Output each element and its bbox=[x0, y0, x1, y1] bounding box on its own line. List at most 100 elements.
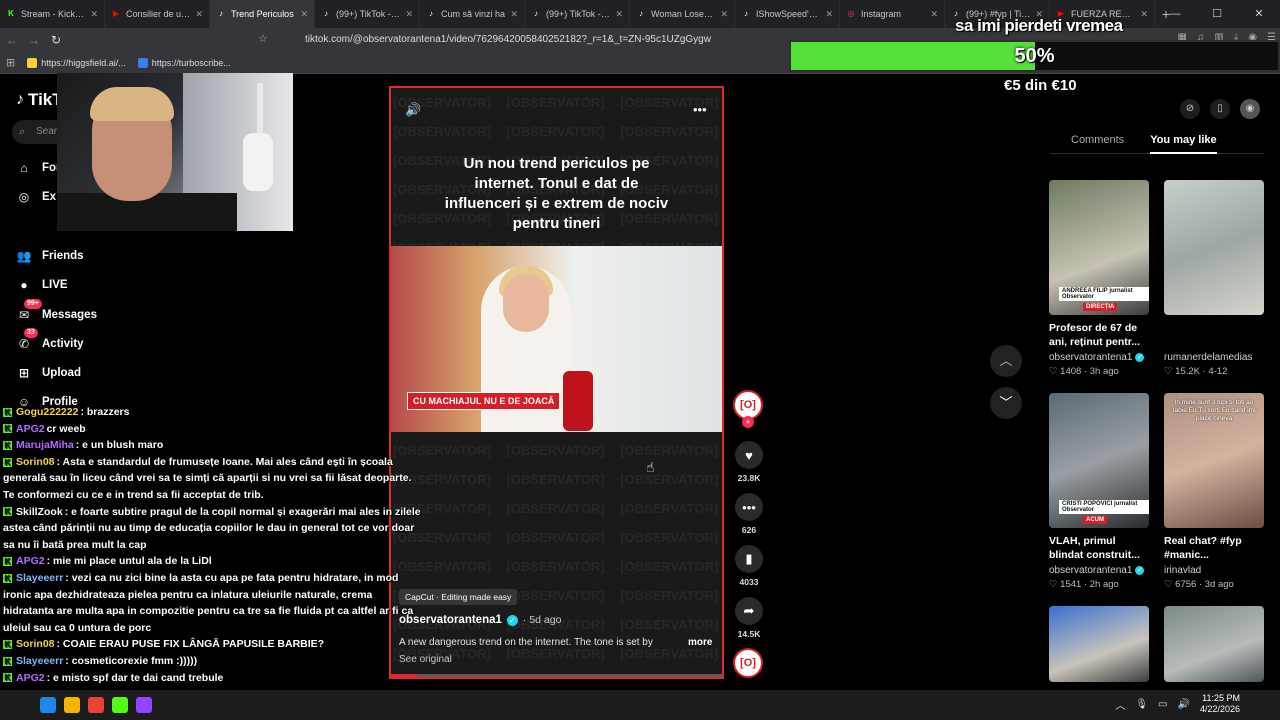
video-thumbnail[interactable] bbox=[1049, 606, 1149, 682]
bookmark-higgsfield[interactable]: https://higgsfield.ai/... bbox=[27, 57, 126, 68]
sidebar-item-live[interactable]: ● LIVE bbox=[16, 277, 67, 293]
browser-tab[interactable]: ♪ IShowSpeed's V ✕ bbox=[735, 0, 840, 28]
mic-icon[interactable]: 🎙 bbox=[1135, 699, 1148, 710]
forward-icon[interactable]: → bbox=[24, 33, 44, 47]
browser-tab[interactable]: ♪ Woman Loses 10 Y ✕ bbox=[630, 0, 735, 28]
browser-tab[interactable]: ▶ Consilier de urgență ✕ bbox=[105, 0, 210, 28]
chat-username[interactable]: APG2 bbox=[16, 423, 45, 435]
card-username[interactable]: observatorantena1 ✓ bbox=[1049, 565, 1149, 576]
browser-tab[interactable]: ♪ (99+) TikTok - Make ✕ bbox=[315, 0, 420, 28]
tab-close-icon[interactable]: ✕ bbox=[90, 9, 98, 20]
card-title[interactable]: VLAH, primul blindat construit... bbox=[1049, 534, 1149, 562]
maximize-icon[interactable]: ☐ bbox=[1196, 0, 1238, 28]
bookmark-turboscribe[interactable]: https://turboscribe... bbox=[137, 57, 231, 68]
video-author[interactable]: observatorantena1 ✓ · 5d ago bbox=[399, 614, 561, 626]
chevron-up-icon[interactable]: ︿ bbox=[1115, 697, 1125, 712]
tab-close-icon[interactable]: ✕ bbox=[720, 9, 728, 20]
tab-comments[interactable]: Comments bbox=[1071, 128, 1124, 154]
tab-close-icon[interactable]: ✕ bbox=[615, 9, 623, 20]
chat-username[interactable]: Sorin08 bbox=[16, 456, 55, 468]
chat-message: K APG2: e misto spf dar te dai cand trebu… bbox=[3, 670, 423, 687]
video-thumbnail[interactable]: In mine sunt 3 lupi si toti au rabie Eu … bbox=[1164, 393, 1264, 528]
bookmark-icon[interactable]: ☆ bbox=[258, 32, 268, 45]
previous-video-button[interactable]: ︿ bbox=[990, 345, 1022, 377]
chat-username[interactable]: Slayeeerr bbox=[16, 655, 63, 667]
close-icon[interactable]: ✕ bbox=[1238, 0, 1280, 28]
like-button[interactable]: ♥ 23.8K bbox=[734, 441, 764, 483]
tab-you-may-like[interactable]: You may like bbox=[1150, 128, 1217, 154]
card-title[interactable]: Profesor de 67 de ani, reținut pentr... bbox=[1049, 321, 1149, 349]
taskbar-app-icon[interactable] bbox=[88, 697, 104, 713]
tab-close-icon[interactable]: ✕ bbox=[300, 9, 308, 20]
recommended-video-card[interactable] bbox=[1049, 606, 1149, 682]
sidebar-item-activity[interactable]: ✆ 33 Activity bbox=[16, 328, 84, 352]
explore-icon[interactable]: ⊘ bbox=[1180, 99, 1200, 119]
tab-close-icon[interactable]: ✕ bbox=[1140, 9, 1148, 20]
browser-tab[interactable]: ♪ Cum să vinzi ha ✕ bbox=[420, 0, 525, 28]
browser-tab[interactable]: ♪ (99+) TikTok - M ✕ bbox=[525, 0, 630, 28]
recommended-video-card[interactable]: In mine sunt 3 lupi si toti au rabie Eu … bbox=[1164, 393, 1264, 590]
card-username[interactable]: rumanerdelamedias bbox=[1164, 352, 1264, 363]
video-thumbnail[interactable] bbox=[1164, 180, 1264, 315]
user-avatar[interactable]: ◉ bbox=[1240, 99, 1260, 119]
tab-close-icon[interactable]: ✕ bbox=[510, 9, 518, 20]
volume-icon[interactable]: 🔊 bbox=[1178, 699, 1190, 710]
chat-text: : vezi ca nu zici bine la asta cu apa pe… bbox=[3, 571, 414, 634]
card-title[interactable]: Real chat? #fyp #manic... bbox=[1164, 534, 1264, 562]
taskbar-app-icon[interactable] bbox=[64, 697, 80, 713]
more-button[interactable]: more bbox=[688, 637, 712, 648]
sidebar-item-ex[interactable]: ◎ Ex bbox=[16, 189, 56, 205]
network-icon[interactable]: ▭ bbox=[1158, 699, 1167, 710]
recommended-video-card[interactable]: CRISTI POPOVICI jurnalist Observator ACUM… bbox=[1049, 393, 1149, 590]
tab-close-icon[interactable]: ✕ bbox=[405, 9, 413, 20]
browser-tab[interactable]: ♪ Trend Periculos ✕ bbox=[210, 0, 315, 28]
tab-title: Trend Periculos bbox=[231, 9, 294, 19]
save-button[interactable]: ▮ 4033 bbox=[734, 545, 764, 587]
chat-username[interactable]: MarujaMiha bbox=[16, 439, 74, 451]
tab-close-icon[interactable]: ✕ bbox=[195, 9, 203, 20]
chat-username[interactable]: Sorin08 bbox=[16, 638, 55, 650]
thumbnail-text: In mine sunt 3 lupi si toti au rabie Eu … bbox=[1172, 399, 1256, 422]
card-username[interactable]: irinavlad bbox=[1164, 565, 1264, 576]
sound-avatar[interactable]: [O] bbox=[733, 648, 763, 678]
browser-tab[interactable]: ◎ Instagram ✕ bbox=[840, 0, 945, 28]
minimize-icon[interactable]: — bbox=[1154, 0, 1196, 28]
clock[interactable]: 11:25 PM 4/22/2026 bbox=[1200, 693, 1240, 715]
video-thumbnail[interactable] bbox=[1164, 606, 1264, 682]
sidebar-item-friends[interactable]: 👥 Friends bbox=[16, 248, 84, 264]
taskbar-app-icon[interactable] bbox=[40, 697, 56, 713]
next-video-button[interactable]: ﹀ bbox=[990, 387, 1022, 419]
sidebar-item-messages[interactable]: ✉ 99+ Messages bbox=[16, 299, 97, 323]
chat-username[interactable]: APG2 bbox=[16, 555, 45, 567]
apps-grid-icon[interactable]: ⊞ bbox=[6, 56, 15, 69]
more-options-icon[interactable]: ••• bbox=[693, 102, 707, 117]
card-title[interactable] bbox=[1164, 321, 1264, 349]
chat-text: : cosmeticorexie fmm :))))) bbox=[65, 654, 198, 667]
browser-tab[interactable]: K Stream - Kick Dashb ✕ bbox=[0, 0, 105, 28]
volume-icon[interactable]: 🔊 bbox=[405, 102, 421, 118]
tab-close-icon[interactable]: ✕ bbox=[825, 9, 833, 20]
kick-icon: K bbox=[3, 640, 12, 650]
chat-username[interactable]: SkillZook bbox=[16, 506, 63, 518]
chat-username[interactable]: Slayeeerr bbox=[16, 572, 63, 584]
device-icon[interactable]: ▯ bbox=[1210, 99, 1230, 119]
comment-button[interactable]: ••• 626 bbox=[734, 493, 764, 535]
back-icon[interactable]: ← bbox=[2, 33, 22, 47]
recommended-video-card[interactable] bbox=[1164, 606, 1264, 682]
chat-username[interactable]: Gogu222222 bbox=[16, 406, 78, 418]
card-username[interactable]: observatorantena1 ✓ bbox=[1049, 352, 1149, 363]
reload-icon[interactable]: ↻ bbox=[46, 33, 66, 47]
taskbar-app-icon[interactable] bbox=[136, 697, 152, 713]
tab-close-icon[interactable]: ✕ bbox=[930, 9, 938, 20]
share-button[interactable]: ➦ 14.5K bbox=[734, 597, 764, 639]
video-player[interactable]: [OBSERVATOR] [OBSERVATOR] [OBSERVATOR] [… bbox=[389, 86, 724, 679]
video-thumbnail[interactable]: CRISTI POPOVICI jurnalist Observator ACUM bbox=[1049, 393, 1149, 528]
video-progress-bar[interactable] bbox=[391, 674, 722, 677]
recommended-video-card[interactable]: ANDREEA FILIP jurnalist Observator DIRECȚ… bbox=[1049, 180, 1149, 377]
recommended-video-card[interactable]: rumanerdelamedias ♡ 15.2K · 4-12 bbox=[1164, 180, 1264, 377]
follow-icon[interactable]: + bbox=[742, 416, 754, 428]
chat-username[interactable]: APG2 bbox=[16, 672, 45, 684]
taskbar-app-icon[interactable] bbox=[112, 697, 128, 713]
sidebar-item-upload[interactable]: ⊞ Upload bbox=[16, 365, 81, 381]
video-thumbnail[interactable]: ANDREEA FILIP jurnalist Observator DIRECȚ… bbox=[1049, 180, 1149, 315]
